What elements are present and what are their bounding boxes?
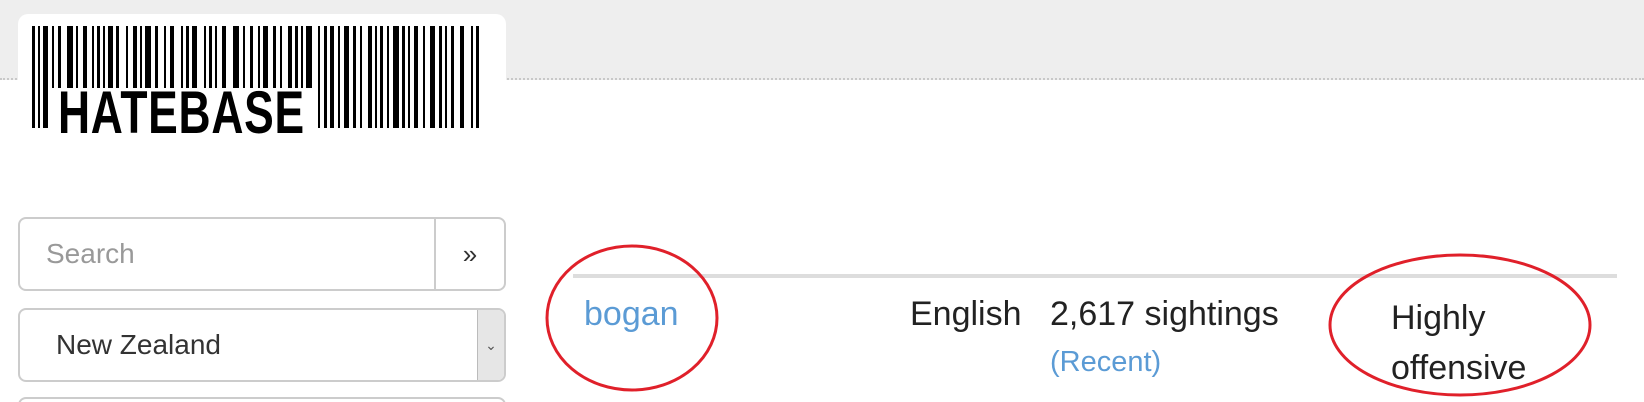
results-divider bbox=[573, 274, 1617, 278]
search-input[interactable] bbox=[20, 219, 434, 289]
secondary-select[interactable] bbox=[18, 397, 506, 402]
barcode-bar bbox=[330, 26, 334, 128]
barcode-bar bbox=[387, 26, 389, 128]
barcode-bar bbox=[451, 26, 454, 128]
barcode-bar bbox=[414, 26, 418, 128]
barcode-bar bbox=[344, 26, 349, 128]
recent-sightings-link[interactable]: (Recent) bbox=[1050, 343, 1161, 381]
barcode-bar bbox=[43, 26, 48, 128]
barcode-bar bbox=[375, 26, 377, 128]
chevron-down-icon: ⌄ bbox=[477, 310, 504, 380]
barcode-bar bbox=[471, 26, 473, 128]
logo-wordmark: HATEBASE bbox=[58, 79, 305, 146]
sightings-count: 2,617 sightings bbox=[1050, 295, 1279, 333]
country-select-value: New Zealand bbox=[56, 329, 221, 360]
barcode-bar bbox=[402, 26, 405, 128]
page: HATEBASE » New Zealand ⌄ bogan English 2… bbox=[0, 0, 1644, 402]
barcode-bar bbox=[393, 26, 399, 128]
search-submit-button[interactable]: » bbox=[434, 219, 504, 289]
barcode-bar bbox=[353, 26, 356, 128]
barcode-bar bbox=[439, 26, 442, 128]
term-link[interactable]: bogan bbox=[584, 293, 679, 335]
barcode-bar bbox=[32, 26, 35, 128]
barcode-bar bbox=[380, 26, 383, 128]
offensiveness-rating: Highly offensive bbox=[1391, 299, 1527, 387]
barcode-bar bbox=[324, 26, 327, 128]
barcode-bar bbox=[368, 26, 372, 128]
search-form: » bbox=[18, 217, 506, 291]
barcode-bar bbox=[460, 26, 464, 128]
barcode-bar bbox=[430, 26, 435, 128]
barcode-bar bbox=[476, 26, 479, 128]
barcode-bar bbox=[423, 26, 425, 128]
barcode-bar bbox=[360, 26, 362, 128]
barcode-bar bbox=[408, 26, 410, 128]
barcode-bar bbox=[318, 26, 320, 128]
country-select[interactable]: New Zealand ⌄ bbox=[18, 308, 506, 382]
barcode-bar bbox=[445, 26, 447, 128]
barcode-bar bbox=[38, 26, 40, 128]
language-cell: English bbox=[910, 295, 1022, 333]
barcode-bar bbox=[338, 26, 340, 128]
site-logo[interactable]: HATEBASE bbox=[18, 14, 506, 152]
